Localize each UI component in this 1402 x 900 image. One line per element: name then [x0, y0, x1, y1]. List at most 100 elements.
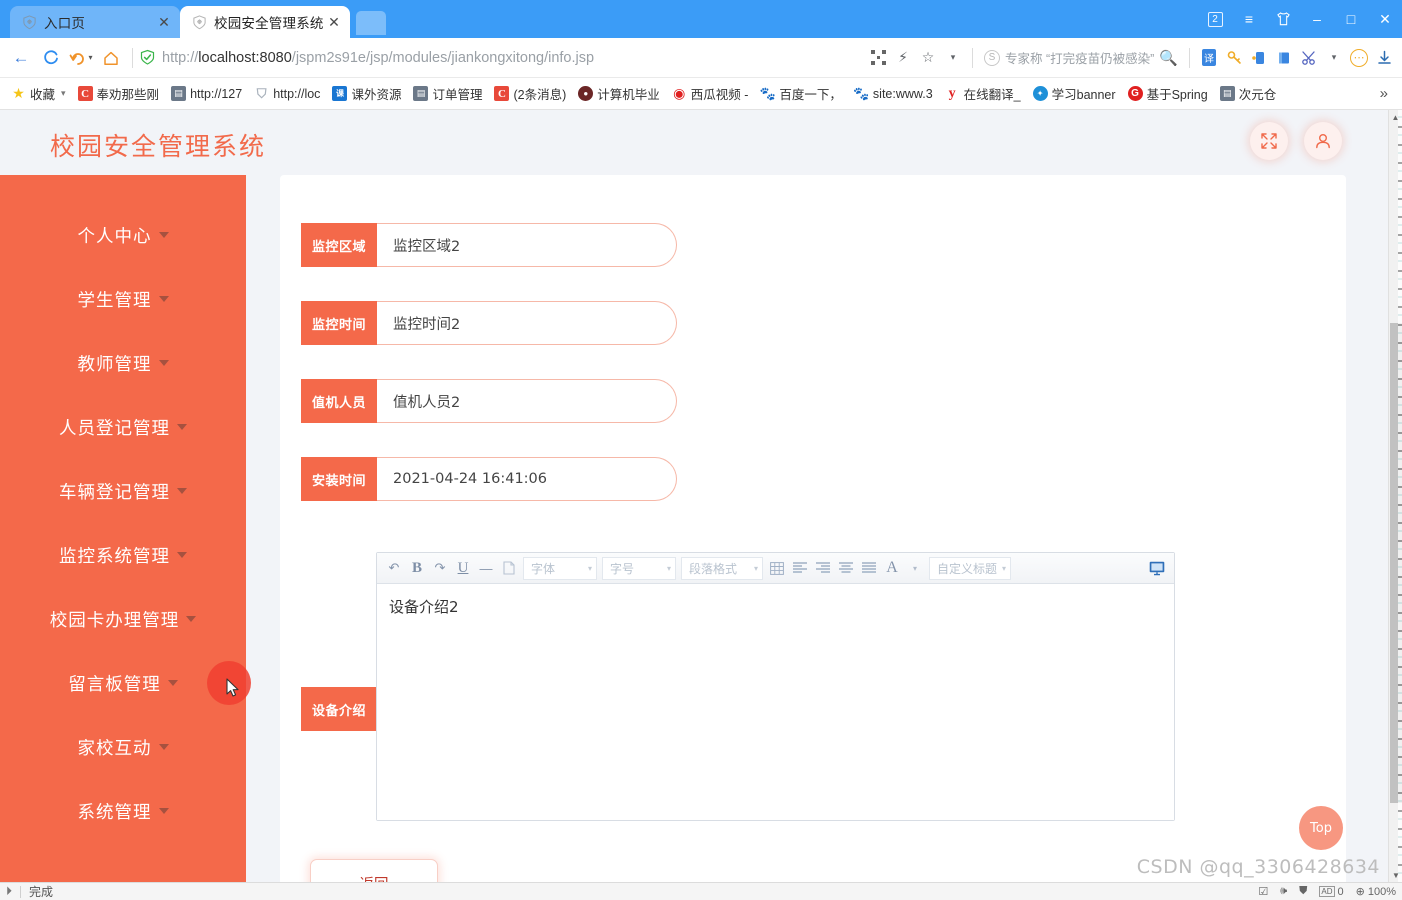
- minimize-button[interactable]: –: [1300, 0, 1334, 38]
- bookmark-item[interactable]: 课 课外资源: [327, 82, 406, 105]
- screen-icon[interactable]: [1146, 557, 1168, 580]
- sidebar-item-campus-card[interactable]: 校园卡办理管理: [0, 587, 246, 651]
- bookmark-item[interactable]: ◉ 西瓜视频 -: [667, 82, 754, 105]
- sidebar-item-teacher-management[interactable]: 教师管理: [0, 331, 246, 395]
- bold-icon[interactable]: B: [406, 557, 428, 580]
- bookmark-item[interactable]: ★ 收藏 ▾: [6, 82, 71, 105]
- paragraph-format-select[interactable]: 段落格式 ▾: [681, 556, 763, 580]
- fullscreen-button[interactable]: [1250, 122, 1288, 160]
- menu-icon[interactable]: ≡: [1232, 0, 1266, 38]
- align-center-icon[interactable]: [835, 557, 857, 580]
- sidebar-item-system-management[interactable]: 系统管理: [0, 779, 246, 843]
- field-label: 安装时间: [301, 457, 377, 501]
- ad-blocker-status[interactable]: AD 0: [1319, 886, 1344, 898]
- download-icon[interactable]: [1372, 44, 1396, 72]
- close-icon[interactable]: ✕: [326, 15, 342, 29]
- key-extension-icon[interactable]: [1222, 44, 1246, 72]
- search-engine-icon[interactable]: S: [984, 49, 1000, 66]
- editor-content[interactable]: 设备介绍2: [377, 584, 1174, 820]
- chevron-down-icon[interactable]: ▾: [61, 88, 66, 99]
- bookmark-item[interactable]: C 奉劝那些刚: [73, 82, 165, 105]
- shield-icon[interactable]: ⛊: [1299, 885, 1307, 898]
- sidebar-item-label: 留言板管理: [68, 674, 161, 695]
- chevron-down-icon[interactable]: ▾: [904, 557, 926, 580]
- qr-icon[interactable]: [866, 44, 890, 72]
- sidebar-item-personnel-registration[interactable]: 人员登记管理: [0, 395, 246, 459]
- horizontal-rule-icon[interactable]: —: [475, 557, 497, 580]
- field-value[interactable]: 2021-04-24 16:41:06: [377, 457, 677, 501]
- search-input[interactable]: 专家称 “打完疫苗仍被感染”: [1005, 48, 1154, 67]
- bookmark-item[interactable]: ✦ 学习banner: [1028, 82, 1121, 105]
- scissors-extension-icon[interactable]: [1297, 44, 1321, 72]
- align-left-icon[interactable]: [789, 557, 811, 580]
- bookmark-item[interactable]: C (2条消息): [489, 82, 571, 105]
- chevron-down-icon: [158, 296, 169, 302]
- sidebar-item-personal-center[interactable]: 个人中心: [0, 203, 246, 267]
- more-extension-icon[interactable]: ⋯: [1347, 44, 1371, 72]
- back-button[interactable]: 返回: [310, 859, 438, 882]
- bookmark-item[interactable]: 🐾 site:www.3: [849, 84, 938, 103]
- app-header: 校园安全管理系统: [0, 110, 1388, 175]
- user-button[interactable]: [1304, 122, 1342, 160]
- bookmark-item[interactable]: ▤ 订单管理: [408, 82, 487, 105]
- font-family-select[interactable]: 字体 ▾: [523, 556, 597, 580]
- address-bar[interactable]: http://localhost:8080/jspm2s91e/jsp/modu…: [139, 44, 866, 72]
- bookmark-star-icon[interactable]: ☆: [916, 44, 940, 72]
- bookmark-item[interactable]: y 在线翻译_: [940, 82, 1026, 105]
- book-extension-icon[interactable]: [1272, 44, 1296, 72]
- browser-tab-1[interactable]: 入口页 ✕: [10, 6, 180, 38]
- scroll-to-top-button[interactable]: Top: [1299, 806, 1343, 850]
- maximize-button[interactable]: □: [1334, 0, 1368, 38]
- bookmark-item[interactable]: ⛉ http://loc: [249, 84, 325, 103]
- csdn-icon: C: [494, 86, 510, 101]
- bookmark-item[interactable]: G 基于Spring: [1123, 82, 1213, 105]
- underline-icon[interactable]: U: [452, 557, 474, 580]
- chevron-down-icon[interactable]: ▾: [1322, 44, 1346, 72]
- browser-tab-2[interactable]: 校园安全管理系统 ✕: [180, 6, 350, 38]
- sidebar-item-monitoring-system[interactable]: 监控系统管理: [0, 523, 246, 587]
- chevron-down-icon[interactable]: ▾: [941, 44, 965, 72]
- skin-icon[interactable]: [1266, 0, 1300, 38]
- page-icon[interactable]: [498, 557, 520, 580]
- bookmark-item[interactable]: ▤ http://127: [166, 84, 247, 103]
- font-size-value: 字号: [610, 561, 635, 576]
- table-icon[interactable]: [766, 557, 788, 580]
- search-icon[interactable]: 🔍: [1159, 49, 1178, 67]
- reload-icon[interactable]: [36, 43, 66, 73]
- bookmark-item[interactable]: 🐾 百度一下，: [755, 82, 847, 105]
- new-tab-button[interactable]: [356, 11, 386, 35]
- sidebar-item-vehicle-registration[interactable]: 车辆登记管理: [0, 459, 246, 523]
- font-size-select[interactable]: 字号 ▾: [602, 556, 676, 580]
- align-justify-icon[interactable]: [858, 557, 880, 580]
- bookmark-item[interactable]: ▤ 次元仓: [1215, 82, 1282, 105]
- sidebar-item-label: 人员登记管理: [59, 418, 170, 439]
- zoom-control[interactable]: ⊕ 100%: [1356, 885, 1396, 899]
- field-value[interactable]: 监控区域2: [377, 223, 677, 267]
- sidebar-item-student-management[interactable]: 学生管理: [0, 267, 246, 331]
- text-color-icon[interactable]: A: [881, 557, 903, 580]
- bookmarks-overflow-button[interactable]: »: [1372, 85, 1396, 102]
- back-icon[interactable]: ←: [6, 43, 36, 73]
- bookmark-label: 西瓜视频 -: [690, 88, 749, 102]
- align-right-icon[interactable]: [812, 557, 834, 580]
- bookmark-item[interactable]: ● 计算机毕业: [573, 82, 665, 105]
- redo-icon[interactable]: ↷: [429, 557, 451, 580]
- device-extension-icon[interactable]: [1247, 44, 1271, 72]
- check-icon[interactable]: ☑: [1258, 885, 1268, 898]
- history-back-icon[interactable]: ▾: [66, 43, 96, 73]
- field-value[interactable]: 值机人员2: [377, 379, 677, 423]
- search-box[interactable]: S 专家称 “打完疫苗仍被感染” 🔍: [980, 45, 1182, 71]
- custom-title-select[interactable]: 自定义标题 ▾: [929, 556, 1012, 580]
- lightning-icon[interactable]: ⚡: [891, 44, 915, 72]
- speaker-icon[interactable]: 🕪: [1280, 885, 1287, 898]
- field-monitor-area: 监控区域 监控区域2: [301, 223, 677, 267]
- close-window-button[interactable]: ✕: [1368, 0, 1402, 38]
- tab-count-badge[interactable]: 2: [1198, 0, 1232, 38]
- close-icon[interactable]: ✕: [156, 15, 172, 29]
- undo-icon[interactable]: ↶: [383, 557, 405, 580]
- window-controls: 2 ≡ – □ ✕: [1198, 0, 1402, 38]
- field-value[interactable]: 监控时间2: [377, 301, 677, 345]
- home-icon[interactable]: [96, 43, 126, 73]
- translate-extension-icon[interactable]: 译: [1197, 44, 1221, 72]
- sidebar-item-home-school-interaction[interactable]: 家校互动: [0, 715, 246, 779]
